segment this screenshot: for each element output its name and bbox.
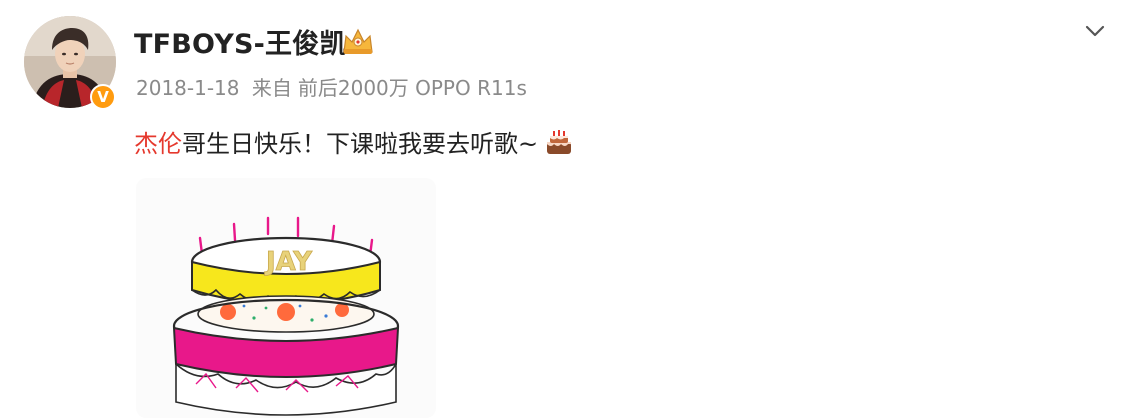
cake-text: JAY <box>264 247 313 277</box>
username[interactable]: TFBOYS-王俊凯 <box>134 22 347 61</box>
verified-badge: V <box>90 84 116 110</box>
source-prefix: 来自 <box>251 76 292 100</box>
weibo-post: V TFBOYS-王俊凯 2018-1-18 来自 前后2000万 OPPO R1… <box>0 0 1144 418</box>
member-crown-icon[interactable] <box>340 26 376 56</box>
chevron-down-icon[interactable] <box>1082 20 1108 42</box>
post-content: 杰伦 哥生日快乐！下课啦我要去听歌~ <box>134 124 574 159</box>
post-image[interactable]: JAY <box>136 178 436 418</box>
mention-link[interactable]: 杰伦 <box>134 124 182 159</box>
source-tail: 前后2000万 OPPO R11s <box>297 76 527 100</box>
birthday-cake-icon <box>544 128 574 156</box>
post-text: 哥生日快乐！下课啦我要去听歌~ <box>182 130 539 158</box>
post-meta: 2018-1-18 来自 前后2000万 OPPO R11s <box>136 72 533 101</box>
timestamp[interactable]: 2018-1-18 <box>136 76 240 100</box>
